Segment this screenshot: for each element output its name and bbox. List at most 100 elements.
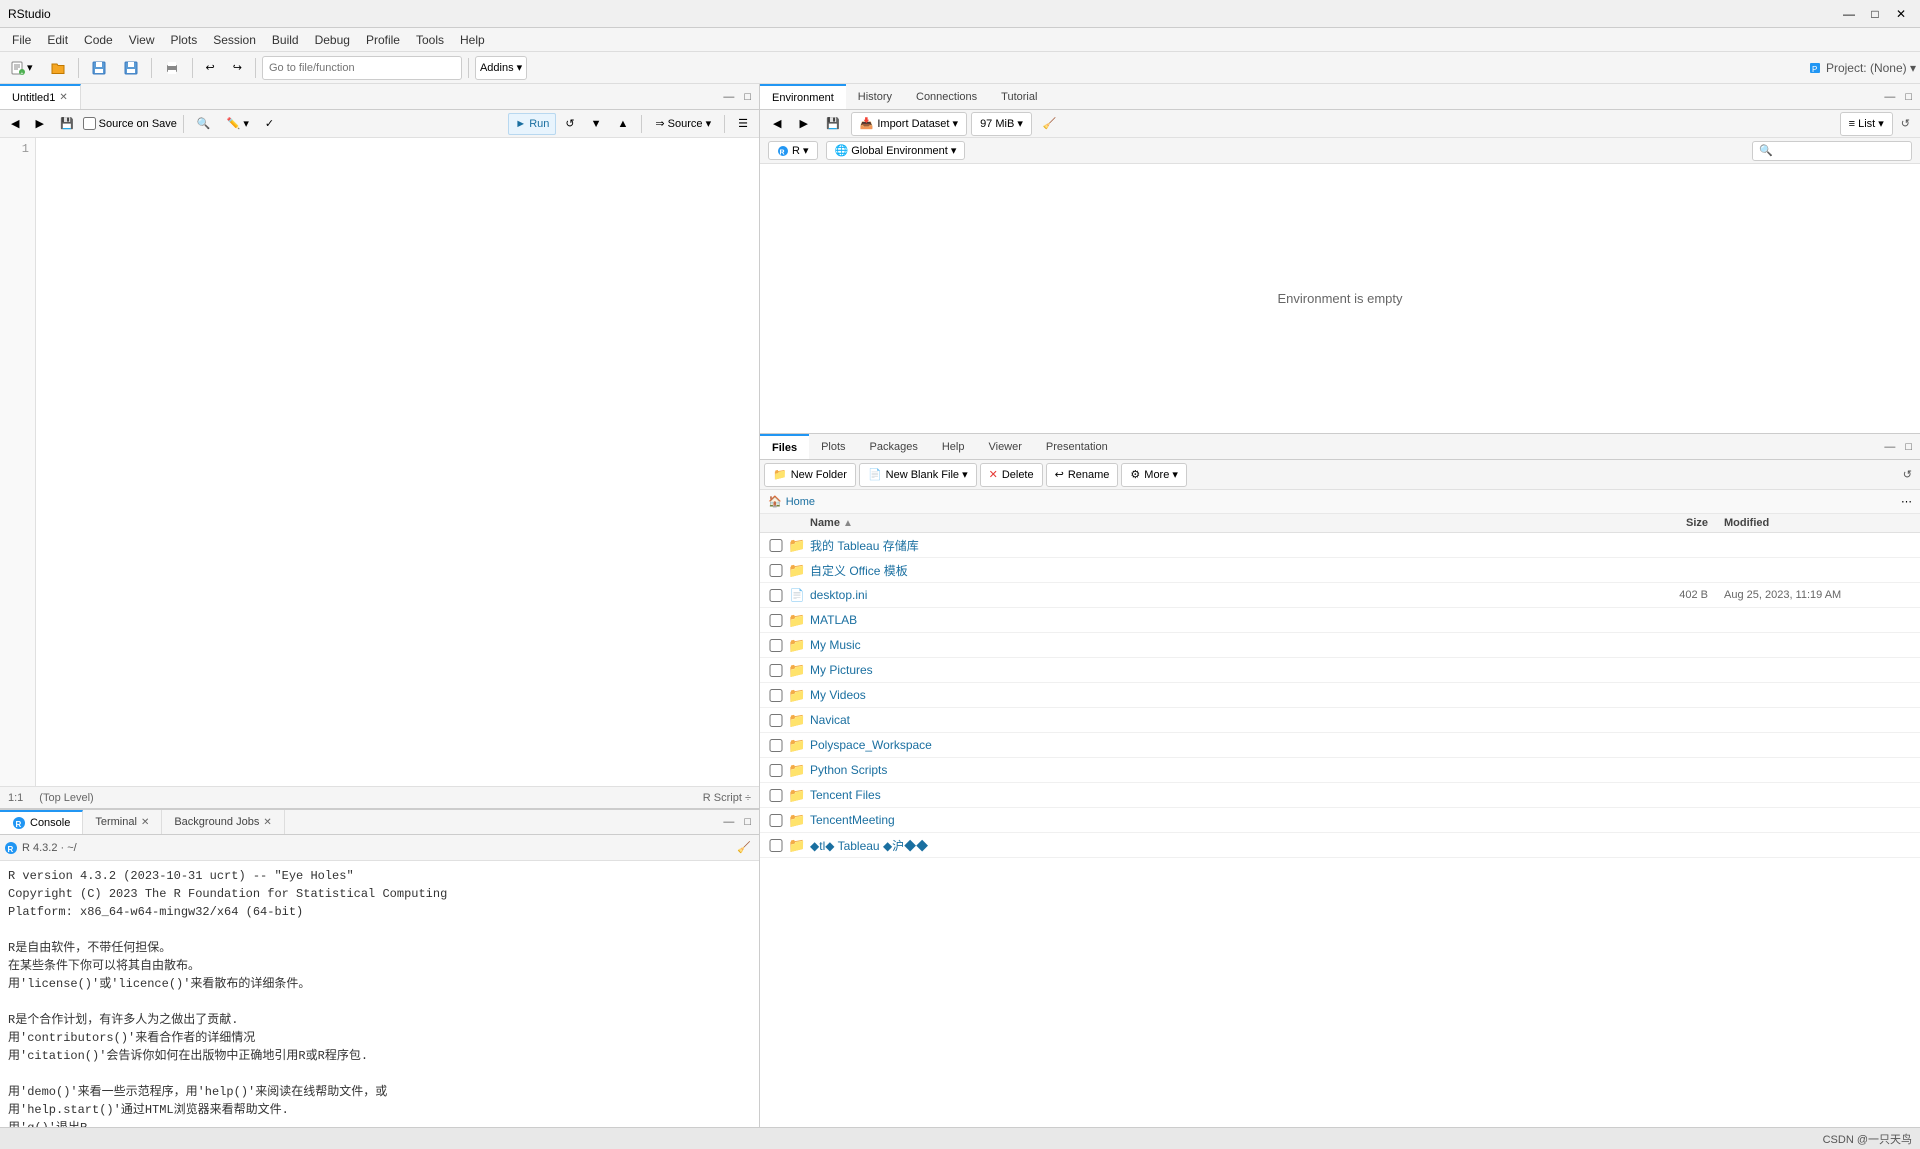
files-minimize-button[interactable]: —: [1880, 438, 1899, 456]
check-button[interactable]: ✓: [258, 113, 281, 135]
editor-minimize-button[interactable]: —: [719, 88, 738, 106]
env-maximize-button[interactable]: □: [1901, 88, 1916, 106]
save-button[interactable]: [85, 56, 113, 80]
search-button[interactable]: 🔍: [190, 113, 218, 135]
file-row-desktop-ini[interactable]: 📄 desktop.ini 402 B Aug 25, 2023, 11:19 …: [760, 583, 1920, 608]
menu-plots[interactable]: Plots: [163, 31, 206, 49]
rename-button[interactable]: ↩ Rename: [1046, 463, 1119, 487]
more-button[interactable]: ⚙ More ▾: [1121, 463, 1187, 487]
console-content[interactable]: R version 4.3.2 (2023-10-31 ucrt) -- "Ey…: [0, 861, 759, 1149]
file-row-tableau-special[interactable]: 📁 ◆tl◆ Tableau ◆沪◆◆: [760, 833, 1920, 858]
doc-outline-button[interactable]: ☰: [731, 113, 755, 135]
addins-dropdown[interactable]: Addins ▾: [475, 56, 527, 80]
menu-debug[interactable]: Debug: [307, 31, 358, 49]
menu-session[interactable]: Session: [205, 31, 264, 49]
open-file-button[interactable]: [44, 56, 72, 80]
new-blank-file-button[interactable]: 📄 New Blank File ▾: [859, 463, 977, 487]
terminal-close-icon[interactable]: ✕: [141, 817, 149, 828]
menu-view[interactable]: View: [121, 31, 163, 49]
menu-build[interactable]: Build: [264, 31, 307, 49]
console-maximize-button[interactable]: □: [740, 813, 755, 831]
file-row-tencent-meeting[interactable]: 📁 TencentMeeting: [760, 808, 1920, 833]
file-checkbox-4[interactable]: [768, 614, 784, 627]
memory-usage-button[interactable]: 97 MiB ▾: [971, 112, 1032, 136]
file-checkbox-5[interactable]: [768, 639, 784, 652]
import-dataset-button[interactable]: 📥 Import Dataset ▾: [851, 112, 967, 136]
maximize-button[interactable]: □: [1864, 3, 1886, 25]
file-checkbox-1[interactable]: [768, 539, 784, 552]
down-button[interactable]: ▼: [584, 113, 609, 135]
up-button[interactable]: ▲: [611, 113, 636, 135]
tab-viewer[interactable]: Viewer: [976, 434, 1033, 459]
console-clear-button[interactable]: 🧹: [733, 839, 755, 857]
file-checkbox-13[interactable]: [768, 839, 784, 852]
file-checkbox-8[interactable]: [768, 714, 784, 727]
file-checkbox-3[interactable]: [768, 589, 784, 602]
env-back-button[interactable]: ◀: [766, 113, 788, 135]
tab-environment[interactable]: Environment: [760, 84, 846, 109]
file-row-my-videos[interactable]: 📁 My Videos: [760, 683, 1920, 708]
tab-terminal[interactable]: Terminal ✕: [83, 810, 162, 834]
menu-profile[interactable]: Profile: [358, 31, 408, 49]
file-checkbox-9[interactable]: [768, 739, 784, 752]
file-row-my-music[interactable]: 📁 My Music: [760, 633, 1920, 658]
file-checkbox-10[interactable]: [768, 764, 784, 777]
delete-button[interactable]: ✕ Delete: [980, 463, 1043, 487]
tab-files[interactable]: Files: [760, 434, 809, 459]
tab-background-jobs[interactable]: Background Jobs ✕: [162, 810, 284, 834]
tab-presentation[interactable]: Presentation: [1034, 434, 1120, 459]
tab-close-icon[interactable]: ✕: [59, 92, 67, 103]
console-minimize-button[interactable]: —: [719, 813, 738, 831]
env-forward-button[interactable]: ▶: [792, 113, 814, 135]
file-checkbox-2[interactable]: [768, 564, 784, 577]
env-minimize-button[interactable]: —: [1880, 88, 1899, 106]
menu-file[interactable]: File: [4, 31, 39, 49]
tab-packages[interactable]: Packages: [858, 434, 930, 459]
menu-tools[interactable]: Tools: [408, 31, 452, 49]
breadcrumb-more-button[interactable]: ⋯: [1901, 495, 1912, 508]
env-refresh-button[interactable]: ↺: [1897, 115, 1914, 133]
code-editor[interactable]: [36, 138, 759, 786]
source-on-save-checkbox[interactable]: [83, 117, 96, 130]
home-link[interactable]: Home: [786, 496, 815, 508]
source-on-save-label[interactable]: Source on Save: [83, 117, 177, 130]
new-script-button[interactable]: + ▾: [4, 56, 40, 80]
file-row-python-scripts[interactable]: 📁 Python Scripts: [760, 758, 1920, 783]
tab-help[interactable]: Help: [930, 434, 977, 459]
env-clear-button[interactable]: 🧹: [1036, 113, 1064, 135]
file-row-matlab[interactable]: 📁 MATLAB: [760, 608, 1920, 633]
file-checkbox-11[interactable]: [768, 789, 784, 802]
env-search-input[interactable]: [1752, 141, 1912, 161]
file-row-tableau-repo[interactable]: 📁 我的 Tableau 存储库: [760, 533, 1920, 558]
tab-history[interactable]: History: [846, 84, 904, 109]
menu-edit[interactable]: Edit: [39, 31, 76, 49]
file-row-tencent-files[interactable]: 📁 Tencent Files: [760, 783, 1920, 808]
menu-help[interactable]: Help: [452, 31, 493, 49]
file-checkbox-7[interactable]: [768, 689, 784, 702]
files-maximize-button[interactable]: □: [1901, 438, 1916, 456]
source-button[interactable]: ⇒ Source ▾: [648, 113, 718, 135]
minimize-button[interactable]: —: [1838, 3, 1860, 25]
go-to-file-input[interactable]: [262, 56, 462, 80]
run-button[interactable]: ► Run: [508, 113, 556, 135]
editor-back-button[interactable]: ◀: [4, 113, 26, 135]
tab-plots[interactable]: Plots: [809, 434, 857, 459]
re-run-button[interactable]: ↺: [558, 113, 581, 135]
menu-code[interactable]: Code: [76, 31, 121, 49]
files-refresh-button[interactable]: ↺: [1899, 466, 1916, 484]
tab-console[interactable]: R Console: [0, 810, 83, 834]
file-row-office[interactable]: 📁 自定义 Office 模板: [760, 558, 1920, 583]
undo-button[interactable]: ↩: [199, 56, 222, 80]
list-view-button[interactable]: ≡ List ▾: [1840, 112, 1893, 136]
save-all-button[interactable]: [117, 56, 145, 80]
tab-tutorial[interactable]: Tutorial: [989, 84, 1049, 109]
print-button[interactable]: [158, 56, 186, 80]
editor-maximize-button[interactable]: □: [740, 88, 755, 106]
file-checkbox-12[interactable]: [768, 814, 784, 827]
new-folder-button[interactable]: 📁 New Folder: [764, 463, 856, 487]
file-row-polyspace[interactable]: 📁 Polyspace_Workspace: [760, 733, 1920, 758]
wand-button[interactable]: ✏️ ▾: [220, 113, 256, 135]
tab-connections[interactable]: Connections: [904, 84, 989, 109]
editor-save-button[interactable]: 💾: [53, 113, 81, 135]
redo-button[interactable]: ↪: [226, 56, 249, 80]
